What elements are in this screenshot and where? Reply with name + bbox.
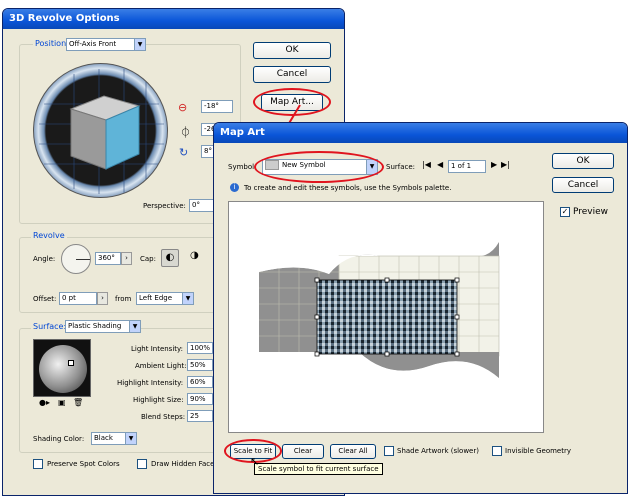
offset-arrow-button[interactable]: › [97, 292, 108, 305]
map-art-dialog: Map Art Symbol: New Symbol ▼ Surface: |◀ … [213, 122, 628, 494]
symbol-label: Symbol: [228, 163, 257, 171]
draw-hidden-label: Draw Hidden Face [151, 460, 215, 468]
revolve-title: 3D Revolve Options [3, 9, 344, 29]
highlight-size-field[interactable]: 90% [187, 393, 213, 405]
chevron-down-icon: ▼ [134, 39, 145, 50]
map-ok-button[interactable]: OK [552, 153, 614, 169]
last-surface-icon[interactable]: ▶| [501, 160, 510, 169]
preserve-spot-label: Preserve Spot Colors [47, 460, 120, 468]
cancel-button[interactable]: Cancel [253, 66, 331, 83]
surface-nav-label: Surface: [386, 163, 416, 171]
map-art-canvas[interactable] [228, 201, 544, 433]
highlight-size-label: Highlight Size: [133, 396, 184, 404]
draw-hidden-checkbox[interactable] [137, 459, 147, 469]
shade-artwork-label: Shade Artwork (slower) [397, 447, 479, 455]
invisible-geometry-label: Invisible Geometry [505, 447, 572, 455]
cap-off-icon[interactable]: ◑ [190, 250, 199, 261]
info-icon: i [230, 183, 239, 192]
rotation-trackball[interactable] [33, 63, 168, 198]
move-light-back-icon[interactable]: ●▸ [39, 398, 50, 407]
map-art-title: Map Art [214, 123, 627, 143]
chevron-down-icon: ▼ [129, 321, 140, 332]
next-surface-icon[interactable]: ▶ [491, 160, 497, 169]
light-intensity-field[interactable]: 100% [187, 342, 213, 354]
ambient-light-label: Ambient Light: [135, 362, 187, 370]
lighting-sphere-preview[interactable] [33, 339, 91, 397]
angle-label: Angle: [33, 255, 56, 263]
z-axis-rotation-icon: ↻ [179, 146, 189, 159]
tooltip: Scale symbol to fit current surface [254, 463, 383, 475]
surface-dropdown[interactable]: Plastic Shading ▼ [65, 320, 141, 333]
preview-checkbox[interactable]: ✓ [560, 207, 570, 217]
symbol-highlight [254, 151, 384, 183]
cap-on-icon[interactable]: ◐ [161, 249, 179, 267]
perspective-label: Perspective: [143, 202, 186, 210]
map-cancel-button[interactable]: Cancel [552, 177, 614, 193]
from-value: Left Edge [139, 294, 173, 302]
offset-label: Offset: [33, 295, 57, 303]
trash-icon[interactable]: 🗑 [73, 398, 83, 407]
shade-artwork-checkbox[interactable] [384, 446, 394, 456]
mouse-cursor-icon: ↖ [250, 455, 260, 468]
chevron-down-icon: ▼ [125, 433, 136, 444]
preserve-spot-checkbox[interactable] [33, 459, 43, 469]
highlight-intensity-label: Highlight Intensity: [117, 379, 184, 387]
blend-steps-label: Blend Steps: [141, 413, 186, 421]
surface-counter[interactable]: 1 of 1 [448, 160, 486, 173]
surface-label: Surface: [31, 322, 69, 331]
shading-color-dropdown[interactable]: Black ▼ [91, 432, 137, 445]
shading-color-label: Shading Color: [33, 435, 85, 443]
angle-field[interactable]: 360° [95, 252, 121, 265]
chevron-down-icon: ▼ [182, 293, 193, 304]
clear-all-button[interactable]: Clear All [330, 444, 376, 459]
blend-steps-field[interactable]: 25 [187, 410, 213, 422]
light-intensity-label: Light Intensity: [131, 345, 184, 353]
offset-field[interactable]: 0 pt [59, 292, 97, 305]
tooltip-text: Scale symbol to fit current surface [258, 465, 379, 473]
cube-preview [39, 69, 164, 194]
cap-label: Cap: [140, 255, 156, 263]
position-value: Off-Axis Front [69, 40, 117, 48]
surface-map [259, 242, 500, 432]
ok-button[interactable]: OK [253, 42, 331, 59]
from-dropdown[interactable]: Left Edge ▼ [136, 292, 194, 305]
shading-color-value: Black [94, 434, 113, 442]
ambient-light-field[interactable]: 50% [187, 359, 213, 371]
new-light-icon[interactable]: ▣ [58, 398, 66, 407]
surface-value: Plastic Shading [68, 322, 122, 330]
angle-dial[interactable] [61, 244, 91, 274]
from-label: from [115, 295, 132, 303]
revolve-group-label: Revolve [31, 231, 67, 240]
hint-text: To create and edit these symbols, use th… [244, 184, 452, 192]
clear-button[interactable]: Clear [282, 444, 324, 459]
x-rotation-field[interactable]: -18° [201, 100, 233, 113]
x-axis-rotation-icon: ⊖ [178, 101, 188, 114]
first-surface-icon[interactable]: |◀ [422, 160, 431, 169]
y-axis-rotation-icon: ⏀ [180, 126, 191, 139]
preview-label: Preview [573, 207, 609, 217]
position-dropdown[interactable]: Off-Axis Front ▼ [66, 38, 146, 51]
highlight-intensity-field[interactable]: 60% [187, 376, 213, 388]
prev-surface-icon[interactable]: ◀ [437, 160, 443, 169]
invisible-geometry-checkbox[interactable] [492, 446, 502, 456]
angle-arrow-button[interactable]: › [121, 252, 132, 265]
